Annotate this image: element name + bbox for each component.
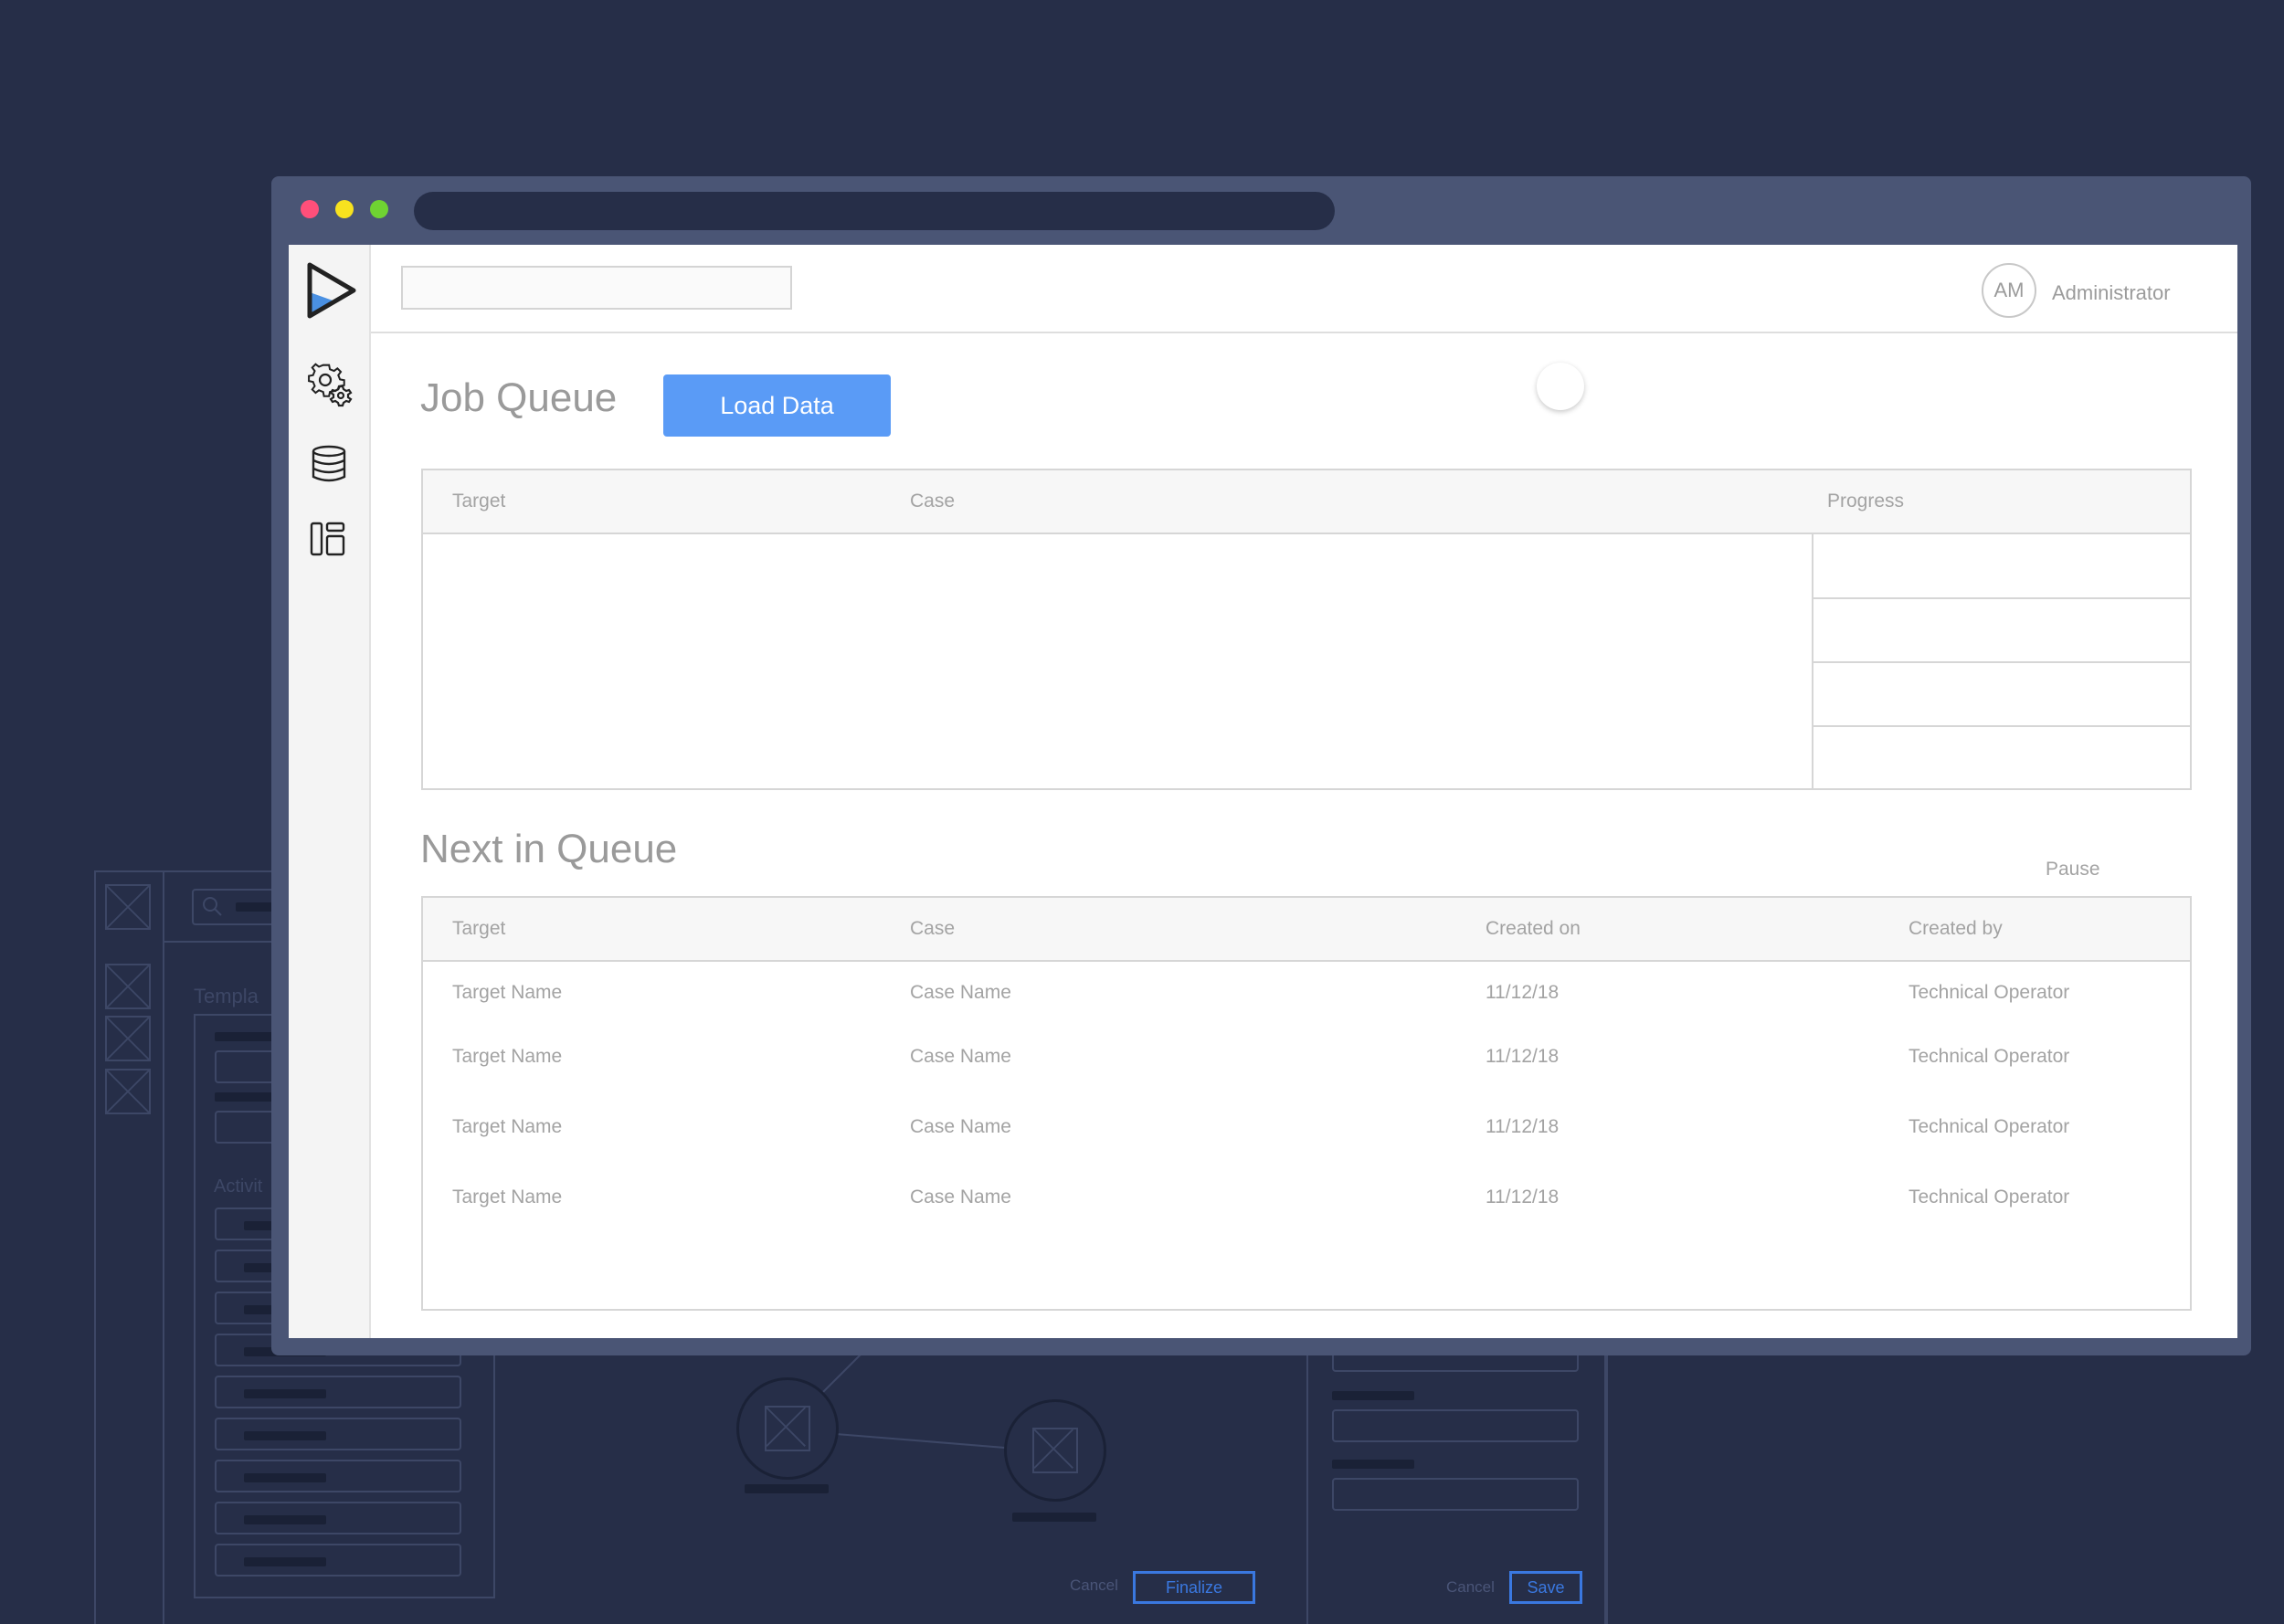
cell-target: Target Name <box>452 1116 563 1137</box>
progress-column <box>1812 534 2190 788</box>
column-header-progress[interactable]: Progress <box>1827 490 1904 512</box>
table-row[interactable]: Target Name Case Name 11/12/18 Technical… <box>423 1113 2190 1149</box>
background-image-placeholder-icon <box>1032 1428 1078 1473</box>
minimize-window-button[interactable] <box>335 200 354 218</box>
background-node-label-bar <box>745 1484 829 1493</box>
app-container: AM Administrator Job Queue Load Data Tar… <box>289 245 2237 1338</box>
job-queue-table-header: Target Case Progress <box>423 470 2190 534</box>
background-cancel-link: Cancel <box>1070 1577 1118 1594</box>
top-bar: AM Administrator <box>371 245 2237 333</box>
user-name-label[interactable]: Administrator <box>2052 281 2171 305</box>
gears-icon[interactable] <box>307 362 353 407</box>
background-form-label-bar <box>1332 1391 1414 1400</box>
cell-created-on: 11/12/18 <box>1486 1186 1560 1207</box>
cell-case: Case Name <box>910 1116 1011 1137</box>
cell-created-by: Technical Operator <box>1909 1186 2070 1207</box>
sidebar <box>289 245 371 1338</box>
job-queue-title: Job Queue <box>420 375 618 420</box>
cell-target: Target Name <box>452 1186 563 1207</box>
background-flow-node <box>736 1377 839 1480</box>
cell-target: Target Name <box>452 1046 563 1067</box>
address-bar[interactable] <box>414 192 1335 230</box>
progress-cell <box>1813 534 2190 597</box>
cell-created-on: 11/12/18 <box>1486 982 1560 1003</box>
toggle-knob[interactable] <box>1537 363 1584 410</box>
close-window-button[interactable] <box>301 200 319 218</box>
table-row[interactable]: Target Name Case Name 11/12/18 Technical… <box>423 978 2190 1015</box>
background-cancel-link: Cancel <box>1446 1578 1495 1596</box>
background-form-field <box>1332 1409 1579 1442</box>
browser-window: AM Administrator Job Queue Load Data Tar… <box>271 176 2251 1355</box>
background-form-label-bar <box>1332 1460 1414 1469</box>
progress-cell <box>1813 725 2190 788</box>
background-flow-node <box>1004 1399 1106 1502</box>
column-header-created-on[interactable]: Created on <box>1486 918 1581 940</box>
column-header-created-by[interactable]: Created by <box>1909 918 2003 940</box>
table-row[interactable]: Target Name Case Name 11/12/18 Technical… <box>423 1183 2190 1219</box>
cell-created-on: 11/12/18 <box>1486 1116 1560 1137</box>
dashboard-icon[interactable] <box>309 521 347 557</box>
avatar[interactable]: AM <box>1982 263 2036 318</box>
background-form-field <box>1332 1478 1579 1511</box>
next-in-queue-title: Next in Queue <box>420 827 678 871</box>
background-finalize-button: Finalize <box>1133 1571 1255 1604</box>
cell-case: Case Name <box>910 982 1011 1003</box>
next-in-queue-table: Target Case Created on Created by Target… <box>421 896 2192 1311</box>
cell-case: Case Name <box>910 1046 1011 1067</box>
column-header-target[interactable]: Target <box>452 918 505 940</box>
background-save-button: Save <box>1509 1571 1582 1604</box>
column-header-target[interactable]: Target <box>452 490 505 512</box>
cell-created-on: 11/12/18 <box>1486 1046 1560 1067</box>
cell-created-by: Technical Operator <box>1909 1046 2070 1067</box>
load-data-button[interactable]: Load Data <box>663 374 891 437</box>
background-image-placeholder-icon <box>765 1406 810 1451</box>
next-in-queue-table-header: Target Case Created on Created by <box>423 898 2190 962</box>
column-header-case[interactable]: Case <box>910 490 955 512</box>
cell-created-by: Technical Operator <box>1909 1116 2070 1137</box>
background-node-label-bar <box>1012 1513 1096 1522</box>
table-row[interactable]: Target Name Case Name 11/12/18 Technical… <box>423 1042 2190 1079</box>
column-header-case[interactable]: Case <box>910 918 955 940</box>
search-input[interactable] <box>401 266 792 310</box>
cell-case: Case Name <box>910 1186 1011 1207</box>
cell-created-by: Technical Operator <box>1909 982 2070 1003</box>
progress-cell <box>1813 661 2190 725</box>
job-queue-table: Target Case Progress <box>421 469 2192 790</box>
progress-cell <box>1813 597 2190 661</box>
cell-target: Target Name <box>452 982 563 1003</box>
pause-button[interactable]: Pause <box>2046 859 2100 881</box>
maximize-window-button[interactable] <box>370 200 388 218</box>
play-logo-icon[interactable] <box>304 261 357 320</box>
database-icon[interactable] <box>308 444 350 484</box>
